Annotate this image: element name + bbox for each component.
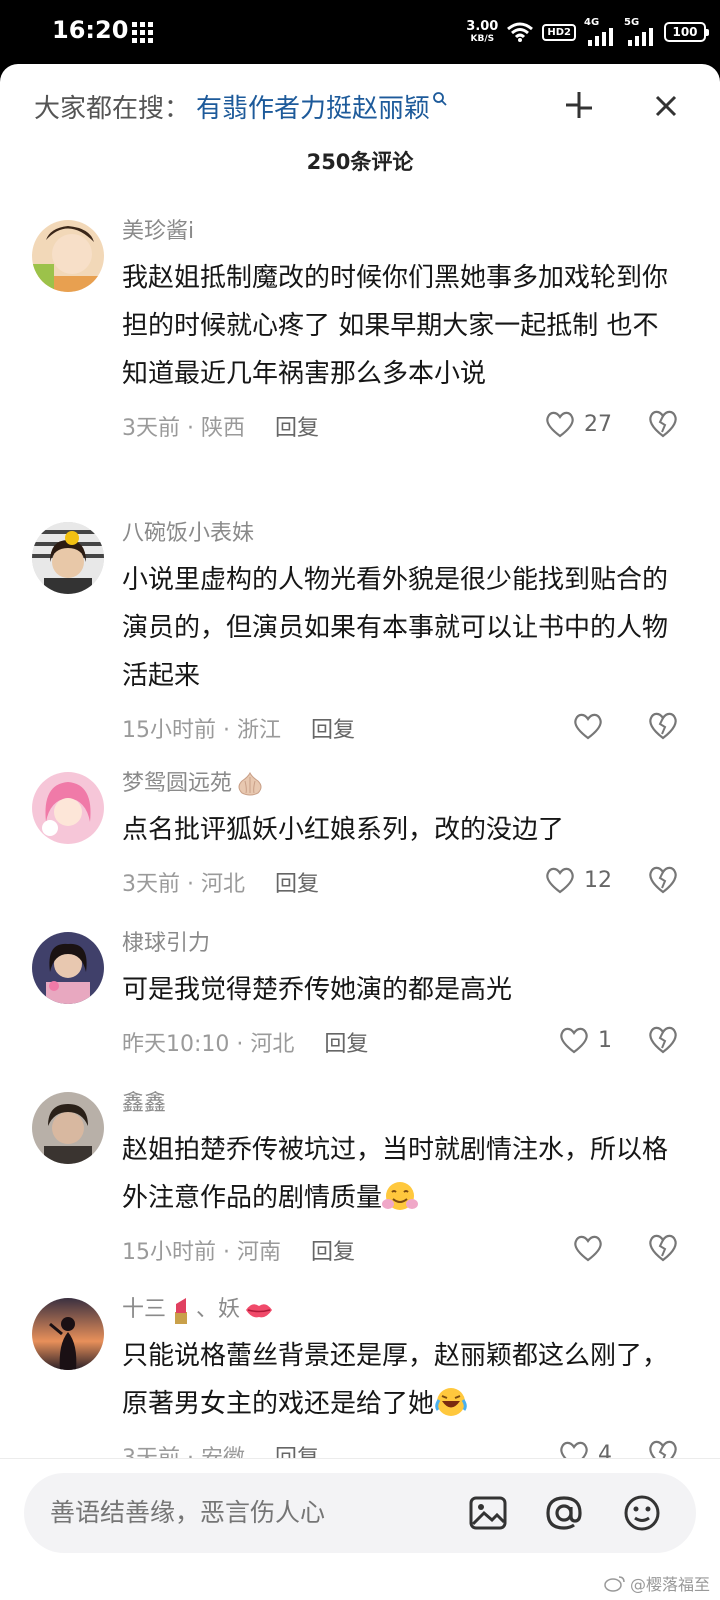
- comment-time-location: 3天前 · 河北: [122, 872, 245, 897]
- minimize-icon[interactable]: [562, 88, 596, 122]
- comment-meta-row: 3天前 · 陕西 回复 27: [122, 400, 680, 456]
- like-count: 27: [584, 411, 612, 437]
- comment-time-location: 15小时前 · 河南: [122, 1240, 281, 1265]
- comment-text: 我赵姐抵制魔改的时候你们黑她事多加戏轮到你担的时候就心疼了 如果早期大家一起抵制…: [122, 263, 669, 389]
- status-bar: 16:20 3.00 KB/S HD2 4G 5G 100: [0, 0, 720, 64]
- weibo-logo-icon: [604, 1576, 625, 1592]
- avatar[interactable]: [32, 220, 104, 292]
- like-button[interactable]: 12: [544, 862, 612, 898]
- reply-button[interactable]: 回复: [324, 1026, 368, 1058]
- comment-text: 点名批评狐妖小红娘系列，改的没边了: [122, 815, 565, 845]
- comment-item: 美珍酱i 我赵姐抵制魔改的时候你们黑她事多加戏轮到你担的时候就心疼了 如果早期大…: [0, 214, 720, 516]
- heart-icon[interactable]: [544, 865, 576, 895]
- kiss-lips-emoji-icon: [246, 1304, 273, 1318]
- like-count: 1: [598, 1027, 612, 1053]
- broken-heart-icon[interactable]: [646, 708, 680, 742]
- comment-list: 美珍酱i 我赵姐抵制魔改的时候你们黑她事多加戏轮到你担的时候就心疼了 如果早期大…: [0, 214, 720, 1502]
- comment-meta-row: 3天前 · 河北 回复 12: [122, 856, 680, 912]
- comment-meta-row: 15小时前 · 河南 回复: [122, 1224, 680, 1280]
- comment-text: 赵姐拍楚乔传被坑过，当时就剧情注水，所以格外注意作品的剧情质量: [122, 1135, 669, 1213]
- avatar[interactable]: [32, 932, 104, 1004]
- lipstick-emoji-icon: [175, 1298, 188, 1324]
- signal-5g: 5G: [624, 17, 656, 46]
- image-icon[interactable]: [468, 1493, 508, 1533]
- comment-username[interactable]: 棣球引力: [122, 926, 680, 962]
- hugging-emoji-icon: [382, 1182, 419, 1210]
- comment-username[interactable]: 美珍酱i: [122, 214, 680, 250]
- comment-time-location: 3天前 · 陕西: [122, 416, 245, 441]
- laughing-crying-emoji-icon: [435, 1388, 467, 1416]
- net-speed: 3.00 KB/S: [466, 19, 499, 44]
- reply-button[interactable]: 回复: [311, 1234, 355, 1266]
- comment-item: 棣球引力 可是我觉得楚乔传她演的都是高光 昨天10:10 · 河北 回复 1: [0, 926, 720, 1086]
- weibo-watermark: @樱落福至: [604, 1571, 710, 1595]
- comment-input[interactable]: [50, 1473, 430, 1553]
- comment-sheet: 大家都在搜： 有翡作者力挺赵丽颖 250条评论 美珍酱i 我赵姐抵制魔改的时候你…: [0, 64, 720, 1600]
- reply-button[interactable]: 回复: [311, 712, 355, 744]
- onion-emoji-icon: [238, 771, 262, 796]
- comment-item: 梦鸳圆远苑 点名批评狐妖小红娘系列，改的没边了 3天前 · 河北 回复 12: [0, 766, 720, 926]
- reply-button[interactable]: 回复: [275, 410, 319, 442]
- signal-bars-icon: [628, 28, 653, 46]
- comment-input-box[interactable]: [24, 1473, 696, 1553]
- heart-icon[interactable]: [544, 409, 576, 439]
- wifi-icon: [507, 22, 534, 42]
- reply-button[interactable]: 回复: [275, 866, 319, 898]
- comment-item: 鑫鑫 赵姐拍楚乔传被坑过，当时就剧情注水，所以格外注意作品的剧情质量 15小时前…: [0, 1086, 720, 1292]
- comment-count: 250条评论: [306, 150, 414, 174]
- broken-heart-icon[interactable]: [646, 1022, 680, 1056]
- heart-icon[interactable]: [572, 1233, 604, 1263]
- search-icon[interactable]: [432, 91, 448, 107]
- status-time: 16:20: [52, 16, 129, 44]
- heart-icon[interactable]: [572, 711, 604, 741]
- trending-search-label: 大家都在搜：: [34, 93, 191, 124]
- heart-icon[interactable]: [558, 1025, 590, 1055]
- comment-text: 可是我觉得楚乔传她演的都是高光: [122, 975, 513, 1005]
- avatar[interactable]: [32, 1092, 104, 1164]
- trending-search-link[interactable]: 有翡作者力挺赵丽颖: [196, 88, 430, 125]
- comment-text: 只能说格蕾丝背景还是厚，赵丽颖都这么刚了，原著男女主的戏还是给了她: [122, 1341, 669, 1419]
- comment-meta-row: 15小时前 · 浙江 回复: [122, 702, 680, 758]
- signal-4g: 4G: [584, 17, 616, 46]
- like-button[interactable]: 1: [558, 1022, 612, 1058]
- app-grid-icon: [132, 22, 153, 43]
- trending-search-row: 大家都在搜： 有翡作者力挺赵丽颖: [34, 86, 448, 126]
- comment-username[interactable]: 八碗饭小表妹: [122, 516, 680, 552]
- comment-meta-row: 昨天10:10 · 河北 回复 1: [122, 1016, 680, 1072]
- comment-input-bar: @樱落福至: [0, 1458, 720, 1600]
- close-icon[interactable]: [652, 92, 680, 120]
- comment-time-location: 15小时前 · 浙江: [122, 718, 281, 743]
- comment-time-location: 昨天10:10 · 河北: [122, 1032, 295, 1057]
- comment-username[interactable]: 鑫鑫: [122, 1086, 680, 1122]
- avatar[interactable]: [32, 772, 104, 844]
- like-button[interactable]: 27: [544, 406, 612, 442]
- comment-username[interactable]: 梦鸳圆远苑: [122, 766, 680, 802]
- like-button[interactable]: [572, 708, 612, 744]
- at-icon[interactable]: [544, 1493, 584, 1533]
- broken-heart-icon[interactable]: [646, 406, 680, 440]
- signal-bars-icon: [588, 28, 613, 46]
- like-button[interactable]: [572, 1230, 612, 1266]
- avatar[interactable]: [32, 522, 104, 594]
- emoji-icon[interactable]: [622, 1493, 662, 1533]
- avatar[interactable]: [32, 1298, 104, 1370]
- comment-text: 小说里虚构的人物光看外貌是很少能找到贴合的演员的，但演员如果有本事就可以让书中的…: [122, 565, 669, 691]
- broken-heart-icon[interactable]: [646, 862, 680, 896]
- battery-indicator: 100: [664, 22, 709, 42]
- like-count: 12: [584, 867, 612, 893]
- comment-item: 八碗饭小表妹 小说里虚构的人物光看外貌是很少能找到贴合的演员的，但演员如果有本事…: [0, 516, 720, 766]
- comment-username[interactable]: 十三 、妖: [122, 1292, 680, 1328]
- broken-heart-icon[interactable]: [646, 1230, 680, 1264]
- hd-voice-badge: HD2: [542, 23, 576, 41]
